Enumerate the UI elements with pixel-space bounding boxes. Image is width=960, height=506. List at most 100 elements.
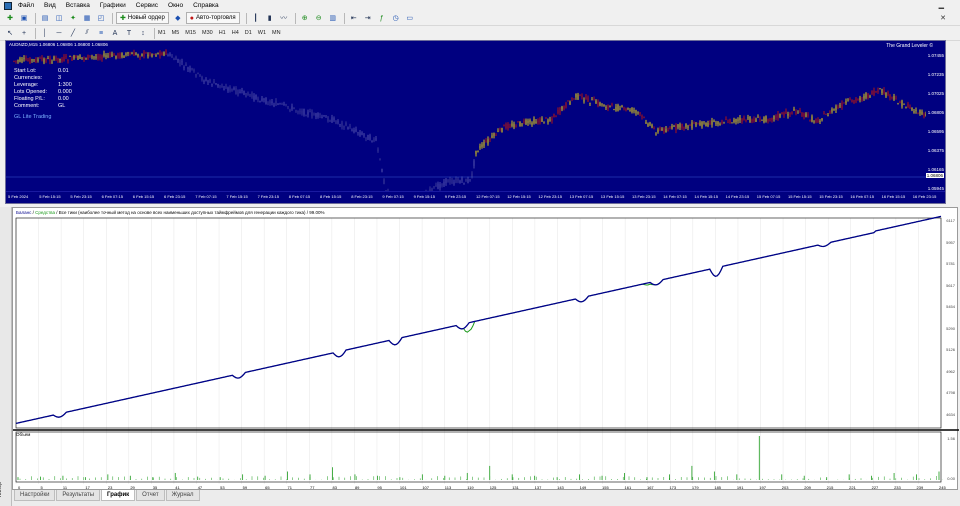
candle-body: [817, 119, 819, 122]
metaeditor-icon[interactable]: ◆: [172, 13, 184, 24]
timeframe-m30[interactable]: M30: [202, 30, 213, 36]
candle-body: [269, 101, 271, 104]
new-order-button[interactable]: ✚ Новый ордер: [116, 12, 169, 24]
candle-body: [201, 77, 203, 81]
candle-body: [281, 103, 283, 105]
candle-body: [305, 115, 307, 117]
terminal-icon[interactable]: ▦: [81, 13, 93, 24]
candle-body: [921, 111, 923, 115]
timeframe-w1[interactable]: W1: [258, 30, 266, 36]
chart-close-icon[interactable]: ✕: [940, 14, 946, 22]
new-chart-icon[interactable]: ✚: [4, 13, 16, 24]
info-value: GL: [58, 103, 66, 109]
market-watch-icon[interactable]: ▤: [39, 13, 51, 24]
timeframe-d1[interactable]: D1: [245, 30, 252, 36]
candle-body: [643, 116, 645, 118]
menu-tools[interactable]: Сервис: [136, 2, 158, 9]
cursor-icon[interactable]: ↖: [4, 28, 16, 39]
info-label: Comment:: [14, 103, 40, 109]
horizontal-line-icon[interactable]: ─: [53, 28, 65, 39]
tab-journal[interactable]: Журнал: [165, 490, 200, 501]
time-tick-label: 6 Feb 15:15: [132, 194, 155, 199]
candle-body: [521, 124, 523, 126]
periods-icon[interactable]: ◷: [390, 13, 402, 24]
tab-results[interactable]: Результаты: [56, 490, 101, 501]
candle-body: [899, 101, 901, 104]
candle-body: [557, 109, 559, 114]
candle-body: [859, 97, 861, 101]
tab-report[interactable]: Отчет: [136, 490, 165, 501]
timeframe-m15[interactable]: M15: [185, 30, 196, 36]
zoom-out-icon[interactable]: ⊖: [313, 13, 325, 24]
menu-window[interactable]: Окно: [168, 2, 183, 9]
candle-body: [501, 128, 503, 133]
label-icon[interactable]: T: [123, 28, 135, 39]
tab-settings[interactable]: Настройки: [14, 490, 56, 501]
candle-body: [369, 135, 371, 140]
menu-view[interactable]: Вид: [44, 2, 56, 9]
autoscroll-icon[interactable]: ⇤: [348, 13, 360, 24]
fibo-icon[interactable]: ≡: [95, 28, 107, 39]
candle-body: [821, 118, 823, 121]
menu-charts[interactable]: Графики: [100, 2, 126, 9]
trendline-icon[interactable]: ╱: [67, 28, 79, 39]
candle-body: [903, 103, 905, 105]
menu-file[interactable]: Файл: [18, 2, 34, 9]
candle-body: [915, 109, 917, 112]
time-tick-label: 7 Feb 23:15: [257, 194, 279, 199]
time-tick-label: 16 Feb 15:15: [881, 194, 906, 199]
legend-equity: Средства: [35, 210, 56, 215]
tab-graph[interactable]: График: [101, 490, 136, 501]
bar-chart-icon[interactable]: ┃: [250, 13, 262, 24]
timeframe-m1[interactable]: M1: [158, 30, 166, 36]
timeframe-h4[interactable]: H4: [232, 30, 239, 36]
price-chart-window[interactable]: AUDNZD,M15 1.06806 1.06806 1.06800 1.068…: [5, 40, 946, 204]
candle-body: [799, 110, 801, 112]
candles-icon[interactable]: ▮: [264, 13, 276, 24]
timeframe-m5[interactable]: M5: [172, 30, 180, 36]
candle-body: [325, 116, 327, 118]
timeframe-h1[interactable]: H1: [219, 30, 226, 36]
candle-body: [381, 168, 383, 172]
navigator-icon[interactable]: ✦: [67, 13, 79, 24]
text-icon[interactable]: A: [109, 28, 121, 39]
candle-body: [583, 100, 585, 102]
data-window-icon[interactable]: ◫: [53, 13, 65, 24]
candle-body: [881, 89, 883, 94]
menu-insert[interactable]: Вставка: [66, 2, 90, 9]
tester-side-tab[interactable]: Тестер: [0, 207, 12, 506]
indicators-icon[interactable]: ƒ: [376, 13, 388, 24]
tester-icon[interactable]: ◰: [95, 13, 107, 24]
chart-shift-icon[interactable]: ⇥: [362, 13, 374, 24]
channel-icon[interactable]: ⫽: [81, 28, 93, 39]
candle-body: [143, 51, 145, 56]
autotrading-icon: ●: [189, 14, 195, 22]
line-chart-icon[interactable]: 〰: [278, 13, 290, 24]
candle-body: [373, 138, 375, 141]
window-minimize-icon[interactable]: ▁: [939, 1, 944, 9]
candle-body: [731, 122, 733, 124]
templates-icon[interactable]: ▭: [404, 13, 416, 24]
balance-tick-label: 5781: [946, 261, 955, 266]
arrows-icon[interactable]: ↕: [137, 28, 149, 39]
candle-body: [127, 52, 129, 54]
menu-help[interactable]: Справка: [193, 2, 219, 9]
tile-windows-icon[interactable]: ▥: [327, 13, 339, 24]
candle-body: [617, 105, 619, 111]
ea-info-panel: Start Lot: 0.01 Currencies: 3 Leverage: 1:3…: [14, 68, 78, 110]
crosshair-icon[interactable]: +: [18, 28, 30, 39]
vertical-line-icon[interactable]: │: [39, 28, 51, 39]
candle-body: [693, 122, 695, 124]
candle-body: [727, 121, 729, 123]
candle-body: [613, 109, 615, 111]
candle-body: [707, 123, 709, 126]
volume-label: Объем: [16, 432, 31, 437]
autotrading-button[interactable]: ● Авто-торговля: [185, 12, 240, 24]
profiles-icon[interactable]: ▣: [18, 13, 30, 24]
candle-body: [151, 54, 153, 57]
zoom-in-icon[interactable]: ⊕: [299, 13, 311, 24]
timeframe-mn[interactable]: MN: [272, 30, 281, 36]
candle-body: [487, 139, 489, 144]
candle-body: [159, 52, 161, 56]
price-tick-label: 1.06805: [927, 110, 944, 115]
